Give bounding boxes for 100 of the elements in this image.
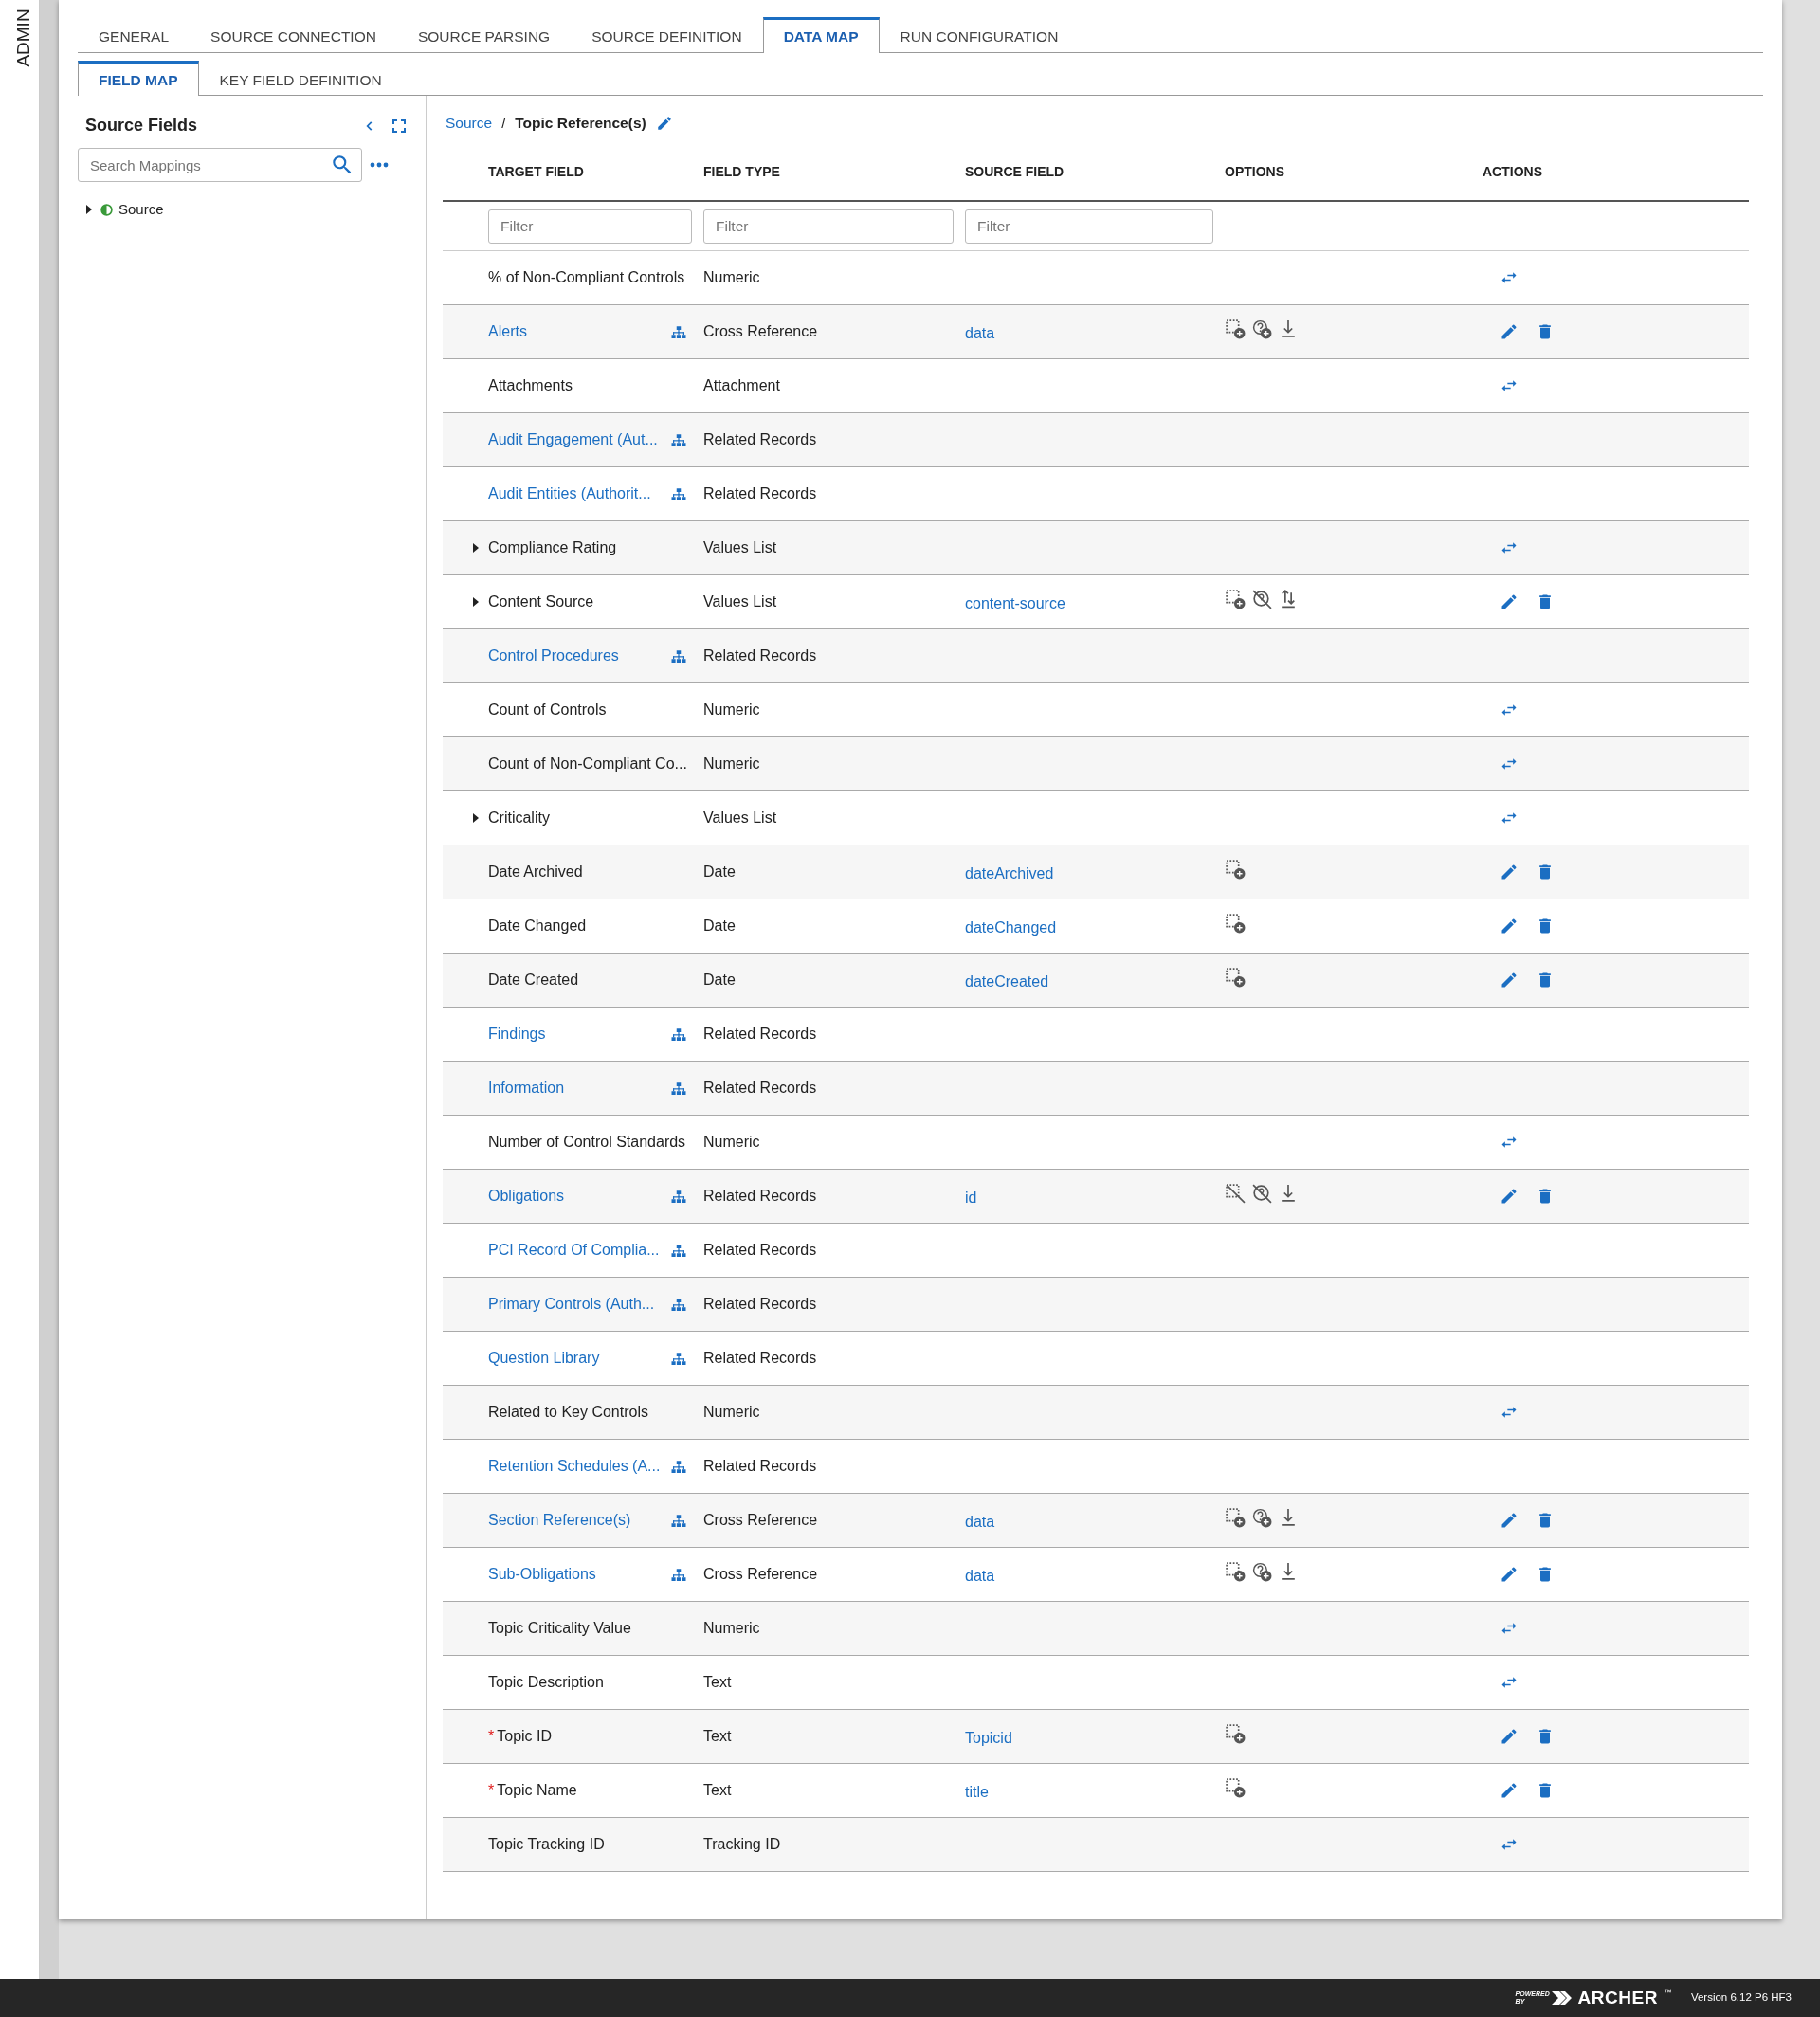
required-marker: * — [488, 1781, 495, 1800]
filter-field[interactable]: Filter — [488, 209, 692, 244]
edit-icon[interactable] — [1500, 592, 1519, 611]
table-cell-text: Cross Reference — [703, 322, 819, 341]
mapped-field-link[interactable]: dateCreated — [965, 973, 1049, 990]
caret-icon[interactable] — [471, 542, 481, 554]
version-text: Version 6.12 P6 HF3 — [1690, 1990, 1792, 2006]
mapped-field-link[interactable]: Topicid — [965, 1730, 1012, 1746]
add-box-icon[interactable] — [1225, 318, 1246, 339]
hierarchy-icon[interactable] — [670, 1350, 687, 1368]
edit-icon[interactable] — [1500, 322, 1519, 341]
table-cell-text: Related Records — [703, 1079, 818, 1098]
filter-field[interactable]: Filter — [965, 209, 1213, 244]
mapped-field-link[interactable]: data — [965, 1568, 995, 1584]
breadcrumb-link[interactable]: Source — [446, 112, 493, 135]
table-cell-text: Text — [703, 1781, 733, 1800]
tab[interactable]: FIELD MAP — [78, 61, 199, 96]
tree-label[interactable]: Source — [118, 199, 164, 221]
hierarchy-icon[interactable] — [670, 1458, 687, 1476]
field-link[interactable]: PCI Record Of Complia... — [488, 1239, 660, 1262]
add-box-icon[interactable] — [1225, 1723, 1246, 1744]
field-link[interactable]: Alerts — [488, 320, 527, 343]
caret-icon[interactable] — [471, 812, 481, 824]
hierarchy-icon[interactable] — [670, 1080, 687, 1098]
add-box-icon[interactable] — [1225, 913, 1246, 934]
help-add-icon[interactable] — [1251, 1561, 1272, 1582]
add-box-icon[interactable] — [1225, 1777, 1246, 1798]
table-cell-text: Date — [703, 971, 737, 990]
tab[interactable]: DATA MAP — [762, 17, 880, 53]
edit-icon[interactable] — [1500, 1727, 1519, 1746]
field-link[interactable]: Retention Schedules (A... — [488, 1455, 661, 1478]
add-box-icon[interactable] — [1225, 967, 1246, 988]
help-add-icon[interactable] — [1251, 318, 1272, 339]
tab[interactable]: SOURCE CONNECTION — [190, 17, 397, 53]
field-link[interactable]: Sub-Obligations — [488, 1563, 596, 1586]
mapped-field-link[interactable]: data — [965, 1514, 995, 1530]
hierarchy-icon[interactable] — [670, 1512, 687, 1530]
hierarchy-icon[interactable] — [670, 1296, 687, 1314]
table-cell-text: Values List — [703, 809, 778, 827]
help-off-icon[interactable] — [1251, 1183, 1272, 1204]
table-cell-text: Tracking ID — [703, 1835, 782, 1854]
mapped-field-link[interactable]: content-source — [965, 595, 1065, 611]
table-cell-text: Numeric — [703, 1403, 761, 1422]
mapped-field-link[interactable]: title — [965, 1784, 989, 1800]
edit-icon[interactable] — [1500, 1511, 1519, 1530]
hierarchy-icon[interactable] — [670, 1566, 687, 1584]
tab[interactable]: RUN CONFIGURATION — [879, 17, 1080, 53]
field-link[interactable]: Question Library — [488, 1347, 600, 1370]
tab[interactable]: SOURCE PARSING — [396, 17, 572, 53]
field-link[interactable]: Audit Engagement (Aut... — [488, 428, 658, 451]
hierarchy-icon[interactable] — [670, 323, 687, 341]
add-box-icon[interactable] — [1225, 859, 1246, 880]
side-label: ADMIN — [11, 9, 29, 67]
hierarchy-icon[interactable] — [670, 1188, 687, 1206]
table-cell-text: Related Records — [703, 1349, 818, 1368]
hierarchy-icon[interactable] — [670, 1242, 687, 1260]
field-link[interactable]: Section Reference(s) — [488, 1509, 631, 1532]
mapped-field-link[interactable]: dateChanged — [965, 919, 1057, 936]
table-cell-text: Date — [703, 863, 737, 881]
hierarchy-icon[interactable] — [670, 647, 687, 665]
search-field[interactable]: Search Mappings — [78, 148, 362, 182]
hierarchy-icon[interactable] — [670, 431, 687, 449]
add-box-icon[interactable] — [1225, 589, 1246, 609]
field-link[interactable]: Obligations — [488, 1185, 565, 1208]
box-off-icon[interactable] — [1225, 1183, 1246, 1204]
caret-icon[interactable] — [471, 596, 481, 608]
field-link[interactable]: Audit Entities (Authorit... — [488, 482, 651, 505]
edit-icon[interactable] — [655, 115, 673, 132]
mapped-field-link[interactable]: id — [965, 1190, 977, 1206]
breadcrumb-current: Topic Reference(s) — [515, 114, 646, 134]
hierarchy-icon[interactable] — [670, 1026, 687, 1044]
field-link[interactable]: Primary Controls (Auth... — [488, 1293, 655, 1316]
edit-icon[interactable] — [1500, 863, 1519, 881]
edit-icon[interactable] — [1500, 1187, 1519, 1206]
table-cell-text: Text — [703, 1673, 733, 1692]
tab[interactable]: SOURCE DEFINITION — [571, 17, 763, 53]
edit-icon[interactable] — [1500, 971, 1519, 990]
table-cell-text: Count of Controls — [488, 700, 607, 719]
add-box-icon[interactable] — [1225, 1561, 1246, 1582]
help-off-icon[interactable] — [1251, 589, 1272, 609]
table-cell-text: Related Records — [703, 1295, 818, 1314]
field-link[interactable]: Findings — [488, 1023, 546, 1045]
tab[interactable]: GENERAL — [78, 17, 191, 53]
filter-field[interactable]: Filter — [703, 209, 954, 244]
hierarchy-icon[interactable] — [670, 485, 687, 503]
table-cell-text: Topic ID — [497, 1727, 553, 1746]
add-box-icon[interactable] — [1225, 1507, 1246, 1528]
mapped-field-link[interactable]: dateArchived — [965, 865, 1054, 881]
field-link[interactable]: Information — [488, 1077, 565, 1099]
column-header: SOURCE FIELD — [965, 162, 1065, 181]
field-link[interactable]: Control Procedures — [488, 645, 619, 667]
table-cell-text: Related Records — [703, 484, 818, 503]
help-add-icon[interactable] — [1251, 1507, 1272, 1528]
more-icon[interactable] — [370, 161, 389, 169]
mapped-field-link[interactable]: data — [965, 325, 995, 341]
edit-icon[interactable] — [1500, 917, 1519, 936]
edit-icon[interactable] — [1500, 1781, 1519, 1800]
edit-icon[interactable] — [1500, 1565, 1519, 1584]
tab[interactable]: KEY FIELD DEFINITION — [198, 61, 403, 96]
fullscreen-icon[interactable] — [391, 118, 407, 134]
